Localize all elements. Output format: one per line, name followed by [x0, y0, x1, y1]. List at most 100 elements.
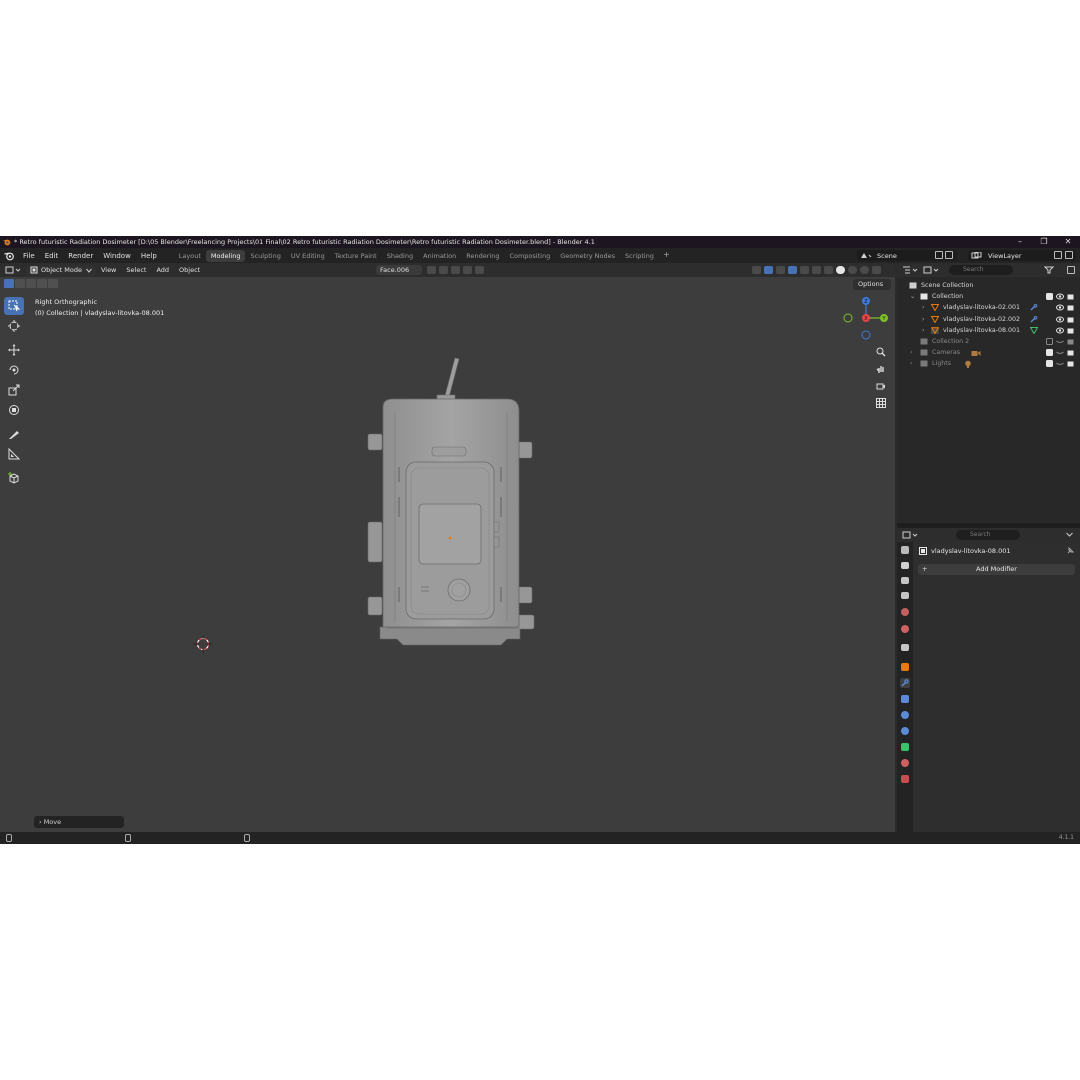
tab-material[interactable] [901, 759, 909, 767]
blender-logo-icon[interactable] [4, 251, 14, 261]
eye-icon[interactable] [1056, 293, 1064, 300]
menu-file[interactable]: File [18, 252, 40, 260]
render-camera-icon[interactable] [1067, 338, 1074, 345]
navigation-gizmo[interactable]: Z Y X [838, 294, 892, 342]
tab-texture[interactable] [901, 775, 909, 783]
exclude-checkbox[interactable] [1046, 337, 1053, 345]
camera-view-button[interactable] [873, 378, 889, 393]
tab-output[interactable] [901, 577, 909, 584]
close-button[interactable]: ✕ [1056, 236, 1080, 248]
last-operator-panel[interactable]: › Move [34, 816, 124, 828]
eye-closed-icon[interactable] [1056, 349, 1064, 356]
shading-options-icon[interactable] [872, 266, 881, 274]
tab-modeling[interactable]: Modeling [205, 249, 246, 262]
outliner-editor-icon[interactable] [902, 266, 918, 274]
new-scene-icon[interactable] [945, 251, 953, 259]
chevron-right-icon[interactable]: › [922, 314, 925, 325]
scale-tool[interactable] [4, 381, 24, 399]
render-camera-icon[interactable] [1067, 327, 1074, 334]
display-mode-icon[interactable] [923, 266, 939, 274]
remove-view-layer-icon[interactable] [1065, 251, 1073, 259]
falloff-icon[interactable] [475, 266, 484, 274]
xray-icon[interactable] [812, 266, 821, 274]
chevron-down-icon[interactable] [1066, 532, 1073, 537]
tab-world[interactable] [901, 625, 909, 633]
tab-texture-paint[interactable]: Texture Paint [330, 250, 382, 262]
tab-collection[interactable] [901, 644, 909, 651]
tab-object[interactable] [901, 663, 909, 671]
overlay-options-icon[interactable] [800, 266, 809, 274]
tab-scene[interactable] [901, 608, 909, 616]
tab-scripting[interactable]: Scripting [620, 250, 659, 262]
render-camera-icon[interactable] [1067, 349, 1074, 356]
outliner-search-input[interactable]: Search [949, 265, 1013, 275]
viewport-menu-view[interactable]: View [96, 266, 121, 274]
viewport-menu-object[interactable]: Object [174, 266, 205, 274]
pin-icon[interactable] [1066, 547, 1074, 555]
tab-render[interactable] [901, 562, 909, 569]
tab-animation[interactable]: Animation [418, 250, 461, 262]
minimize-button[interactable]: – [1008, 236, 1032, 248]
exclude-checkbox[interactable] [1046, 360, 1053, 368]
3d-viewport[interactable]: Right Orthographic (0) Collection | vlad… [0, 277, 895, 832]
move-tool[interactable] [4, 341, 24, 359]
exclude-checkbox[interactable] [1046, 293, 1053, 301]
render-camera-icon[interactable] [1067, 304, 1074, 311]
overlay-toggle-icon[interactable] [788, 266, 797, 274]
editor-type-icon[interactable] [5, 266, 21, 274]
eye-icon[interactable] [1056, 327, 1064, 334]
proportional-edit-icon[interactable] [463, 266, 472, 274]
gizmo-toggle-icon[interactable] [764, 266, 773, 274]
eye-closed-icon[interactable] [1056, 360, 1064, 367]
transform-orientation-selector[interactable]: Face.006 [376, 265, 422, 275]
solid-shading-icon[interactable] [836, 266, 845, 274]
select-intersect-icon[interactable] [48, 279, 58, 288]
tab-constraints[interactable] [901, 727, 909, 735]
annotate-tool[interactable] [4, 425, 24, 443]
menu-render[interactable]: Render [63, 252, 98, 260]
properties-editor-icon[interactable] [902, 531, 918, 539]
zoom-button[interactable] [873, 344, 889, 359]
modifier-wrench-icon[interactable] [1030, 315, 1038, 323]
filter-icon[interactable] [1044, 266, 1058, 274]
options-dropdown[interactable]: Options [853, 279, 891, 290]
select-new-icon[interactable] [4, 279, 14, 288]
3d-cursor-icon[interactable] [193, 634, 213, 654]
view-layer-selector[interactable]: ViewLayer [968, 250, 1076, 261]
select-box-tool[interactable] [4, 297, 24, 315]
render-camera-icon[interactable] [1067, 316, 1074, 323]
select-subtract-icon[interactable] [26, 279, 36, 288]
tab-particles[interactable] [901, 695, 909, 703]
tab-rendering[interactable]: Rendering [461, 250, 504, 262]
visibility-icon[interactable] [752, 266, 761, 274]
chevron-right-icon[interactable]: › [910, 347, 913, 358]
tab-data[interactable] [901, 743, 909, 751]
maximize-button[interactable]: ❐ [1032, 236, 1056, 248]
tab-layout[interactable]: Layout [174, 250, 206, 262]
eye-closed-icon[interactable] [1056, 338, 1064, 345]
properties-search-input[interactable]: Search [956, 530, 1020, 540]
new-collection-icon[interactable] [1067, 266, 1075, 274]
menu-window[interactable]: Window [98, 252, 136, 260]
tab-tool[interactable] [901, 546, 909, 554]
material-shading-icon[interactable] [848, 266, 857, 274]
eye-icon[interactable] [1056, 316, 1064, 323]
add-cube-tool[interactable] [4, 469, 24, 487]
ortho-toggle-button[interactable] [873, 395, 889, 410]
outliner-row-object-02-002[interactable]: › vladyslav-litovka-02.002 [897, 314, 1080, 325]
render-camera-icon[interactable] [1067, 360, 1074, 367]
outliner-row-object-08-001[interactable]: › vladyslav-litovka-08.001 [897, 325, 1080, 336]
tab-uv-editing[interactable]: UV Editing [286, 250, 330, 262]
tab-physics[interactable] [901, 711, 909, 719]
add-workspace-button[interactable]: + [659, 250, 674, 262]
snap-target-icon[interactable] [451, 266, 460, 274]
dosimeter-model[interactable] [355, 347, 545, 647]
mesh-data-icon[interactable] [1030, 326, 1038, 334]
tab-sculpting[interactable]: Sculpting [245, 250, 285, 262]
new-view-layer-icon[interactable] [1054, 251, 1062, 259]
snap-icon[interactable] [439, 266, 448, 274]
measure-tool[interactable] [4, 445, 24, 463]
tab-shading[interactable]: Shading [382, 250, 418, 262]
outliner-row-cameras[interactable]: › Cameras [897, 347, 1080, 358]
chevron-down-icon[interactable]: ⌄ [910, 291, 915, 302]
